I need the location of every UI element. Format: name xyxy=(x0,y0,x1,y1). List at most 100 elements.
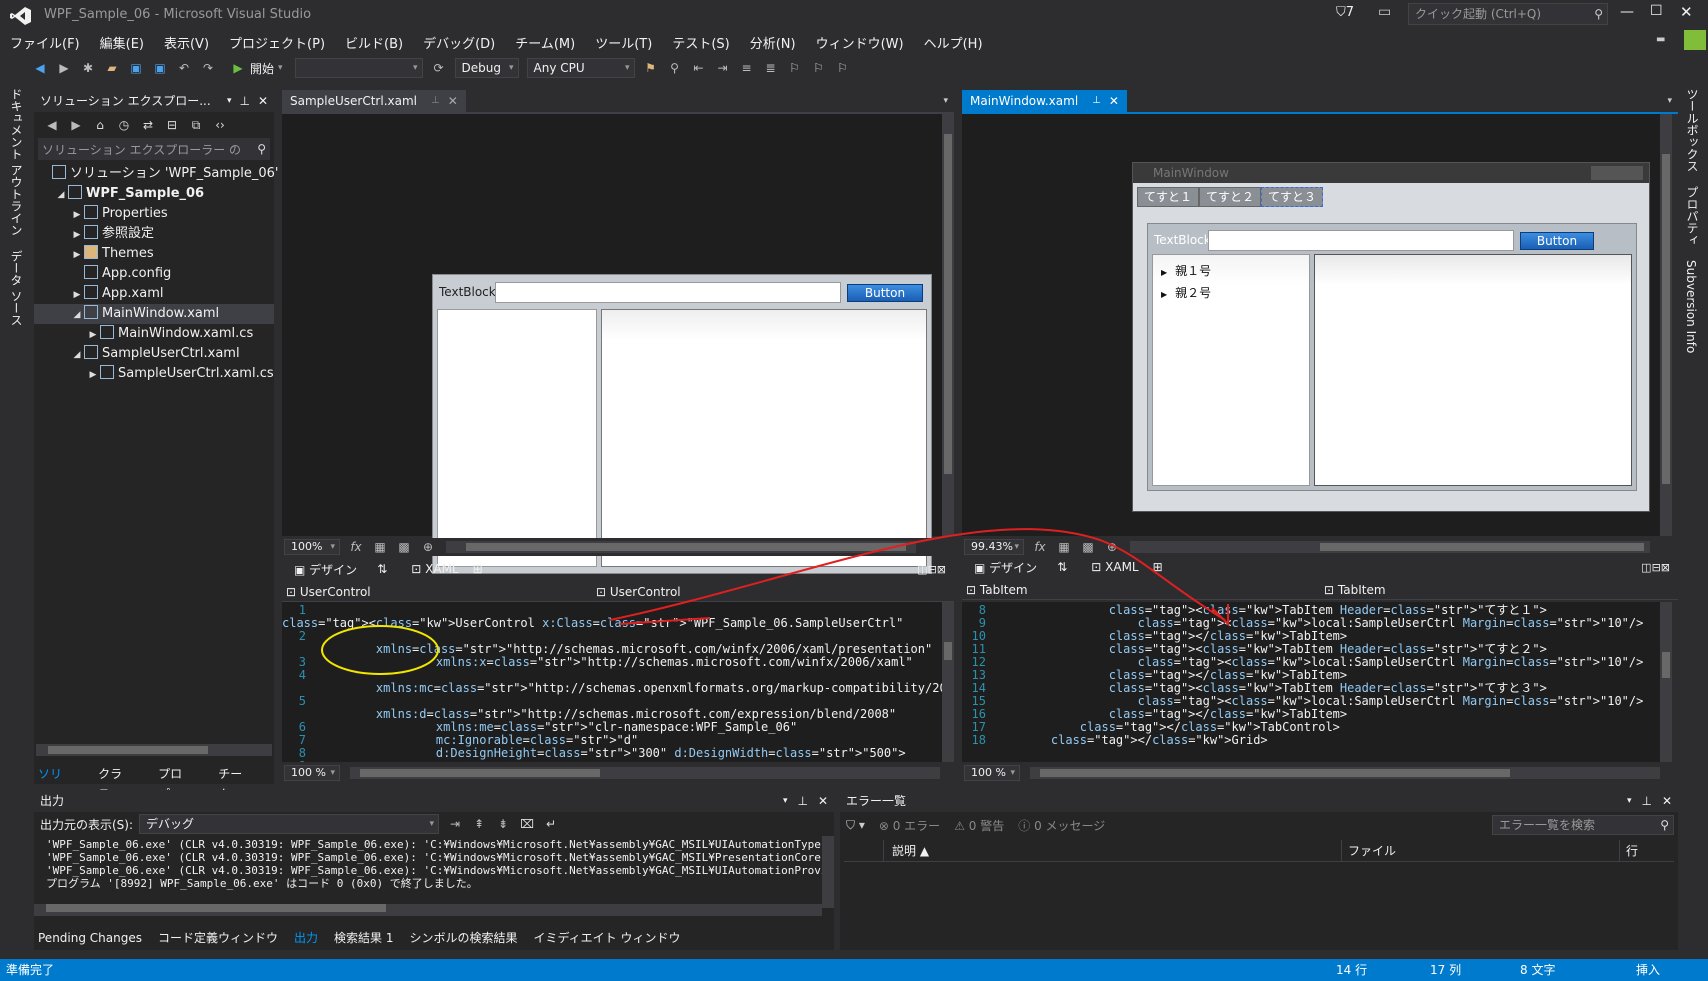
right-code-hscroll[interactable] xyxy=(1030,767,1660,779)
notification-flag[interactable]: ⛉7 xyxy=(1336,5,1354,20)
solution-config-combo[interactable]: Debug ▾ xyxy=(454,58,519,78)
home-icon[interactable]: ⌂ xyxy=(92,117,108,133)
menu-item[interactable]: プロジェクト(P) xyxy=(229,33,325,52)
left-code-hscroll[interactable] xyxy=(350,767,940,779)
expand-toggle-icon[interactable]: ◢ xyxy=(70,305,84,325)
left-scope-combo[interactable]: ⊡ UserControl xyxy=(286,585,596,599)
popout-xaml-icon[interactable]: ⊞ xyxy=(473,562,483,576)
pin-icon[interactable]: ⊥ xyxy=(1092,90,1101,112)
outdent-icon[interactable]: ⇥ xyxy=(715,60,731,76)
close-panel-icon[interactable]: ✕ xyxy=(818,790,828,812)
menu-item[interactable]: チーム(M) xyxy=(515,33,575,52)
start-debug-icon[interactable]: ▶ xyxy=(230,60,246,76)
solution-tree-item[interactable]: ▶ Themes xyxy=(34,244,274,264)
solution-hscroll[interactable] xyxy=(36,744,272,756)
output-bottom-tab[interactable]: コード定義ウィンドウ xyxy=(154,928,282,948)
left-design-surface[interactable]: TextBlock Button xyxy=(282,114,942,574)
save-icon[interactable]: ▣ xyxy=(128,60,144,76)
right-design-vscroll[interactable] xyxy=(1660,114,1672,536)
quick-launch-input[interactable]: クイック起動 (Ctrl+Q) ⚲ xyxy=(1408,3,1608,25)
close-tab-icon[interactable]: ✕ xyxy=(1109,90,1119,112)
grid-icon[interactable]: ▦ xyxy=(372,539,388,555)
solution-tree-item[interactable]: App.config xyxy=(34,264,274,284)
undo-icon[interactable]: ↶ xyxy=(176,60,192,76)
left-zoom-combo[interactable]: 100% ▾ xyxy=(284,539,340,555)
prev-bookmark-icon[interactable]: ⚐ xyxy=(811,60,827,76)
collapse-all-icon[interactable]: ⊟ xyxy=(164,117,180,133)
output-text[interactable]: 'WPF_Sample_06.exe' (CLR v4.0.30319: WPF… xyxy=(34,836,822,902)
doc-tab-sampleuserctrl[interactable]: SampleUserCtrl.xaml ⊥ ✕ xyxy=(282,90,466,112)
view-code-icon[interactable]: ‹› xyxy=(212,117,228,133)
minimize-small-icon[interactable]: ▬ xyxy=(1656,34,1668,46)
expand-toggle-icon[interactable]: ▶ xyxy=(86,325,100,345)
menu-item[interactable]: ツール(T) xyxy=(595,33,652,52)
panel-menu-icon[interactable]: ▾ xyxy=(227,90,232,112)
clear-all-icon[interactable]: ⌧ xyxy=(519,816,535,832)
menu-item[interactable]: ビルド(B) xyxy=(345,33,403,52)
back-icon[interactable]: ◀ xyxy=(32,60,48,76)
output-bottom-tab[interactable]: 出力 xyxy=(290,928,322,948)
design-tab[interactable]: ▣ デザイン xyxy=(294,561,357,578)
find-message-icon[interactable]: ⇥ xyxy=(447,816,463,832)
show-all-files-icon[interactable]: ⧉ xyxy=(188,117,204,133)
filter-icon[interactable]: ⛉ ▾ xyxy=(846,818,865,833)
solution-tree-item[interactable]: ▶ MainWindow.xaml.cs xyxy=(34,324,274,344)
menu-item[interactable]: 編集(E) xyxy=(100,33,144,52)
next-message-icon[interactable]: ⇟ xyxy=(495,816,511,832)
expand-toggle-icon[interactable]: ▶ xyxy=(70,285,84,305)
subversion-info-tab[interactable]: Subversion Info xyxy=(1684,260,1698,353)
solution-tree-item[interactable]: ▶ Properties xyxy=(34,204,274,224)
forward-icon[interactable]: ▶ xyxy=(56,60,72,76)
pin-icon[interactable]: ⊥ xyxy=(1641,790,1651,812)
new-project-icon[interactable]: ✱ xyxy=(80,60,96,76)
solution-tree-item[interactable]: ◢ MainWindow.xaml xyxy=(34,304,274,324)
menu-item[interactable]: ファイル(F) xyxy=(10,33,80,52)
tab-overflow-icon[interactable]: ▾ xyxy=(1667,96,1672,106)
word-wrap-icon[interactable]: ↵ xyxy=(543,816,559,832)
prev-message-icon[interactable]: ⇞ xyxy=(471,816,487,832)
menu-item[interactable]: 表示(V) xyxy=(164,33,209,52)
menu-item[interactable]: デバッグ(D) xyxy=(423,33,495,52)
right-code-vscroll[interactable] xyxy=(1660,602,1672,762)
expand-toggle-icon[interactable]: ▶ xyxy=(70,225,84,245)
find-icon[interactable]: ⚲ xyxy=(667,60,683,76)
account-badge-icon[interactable] xyxy=(1684,30,1706,50)
col-line[interactable]: 行 xyxy=(1620,840,1670,862)
solution-tree-item[interactable]: ◢ SampleUserCtrl.xaml xyxy=(34,344,274,364)
properties-tab[interactable]: プロパティ xyxy=(1684,186,1701,246)
output-bottom-tab[interactable]: シンボルの検索結果 xyxy=(405,928,521,948)
solution-tree-item[interactable]: ▶ App.xaml xyxy=(34,284,274,304)
messages-filter[interactable]: ⓘ 0 メッセージ xyxy=(1018,817,1105,834)
output-bottom-tab[interactable]: 検索結果 1 xyxy=(330,928,397,948)
error-list-search[interactable]: エラー一覧を検索 ⚲ xyxy=(1492,815,1674,835)
uncomment-icon[interactable]: ≣ xyxy=(763,60,779,76)
open-file-icon[interactable]: ▰ xyxy=(104,60,120,76)
right-design-surface[interactable]: MainWindow てすと１ てすと２ てすと３ TextBlock Butt… xyxy=(962,114,1660,536)
save-all-icon[interactable]: ▣ xyxy=(152,60,168,76)
expand-toggle-icon[interactable]: ◢ xyxy=(54,185,68,205)
expand-toggle-icon[interactable]: ▶ xyxy=(70,245,84,265)
expand-toggle-icon[interactable]: ▶ xyxy=(70,205,84,225)
maximize-button[interactable]: ☐ xyxy=(1650,3,1663,19)
warnings-filter[interactable]: ⚠ 0 警告 xyxy=(954,817,1004,834)
forward-icon[interactable]: ▶ xyxy=(68,117,84,133)
start-dropdown-icon[interactable]: ▾ xyxy=(278,63,283,73)
solution-tree-item[interactable]: ソリューション 'WPF_Sample_06' (1 xyxy=(34,164,296,184)
redo-icon[interactable]: ↷ xyxy=(200,60,216,76)
doc-tab-mainwindow[interactable]: MainWindow.xaml ⊥ ✕ xyxy=(962,90,1127,112)
left-code-zoom-combo[interactable]: 100 % ▾ xyxy=(284,765,340,781)
solution-bottom-tab[interactable]: ソリュ... xyxy=(34,764,86,801)
pin-icon[interactable]: ⊥ xyxy=(797,790,807,812)
next-bookmark-icon[interactable]: ⚐ xyxy=(835,60,851,76)
xaml-tab[interactable]: ⊡ XAML xyxy=(411,562,458,576)
right-code-zoom-combo[interactable]: 100 % ▾ xyxy=(964,765,1020,781)
close-panel-icon[interactable]: ✕ xyxy=(1662,790,1672,812)
feedback-icon[interactable]: ▭ xyxy=(1378,4,1391,20)
close-window-button[interactable]: ✕ xyxy=(1680,3,1693,21)
solution-bottom-tab[interactable]: プロパ... xyxy=(154,764,206,801)
expand-toggle-icon[interactable]: ▶ xyxy=(86,365,100,385)
refresh-icon[interactable]: ⟳ xyxy=(431,60,447,76)
menu-item[interactable]: ウィンドウ(W) xyxy=(816,33,904,52)
split-layout-icons[interactable]: ◫⊟⊠ xyxy=(1641,561,1670,574)
debug-target-combo[interactable]: ▾ xyxy=(294,58,423,78)
